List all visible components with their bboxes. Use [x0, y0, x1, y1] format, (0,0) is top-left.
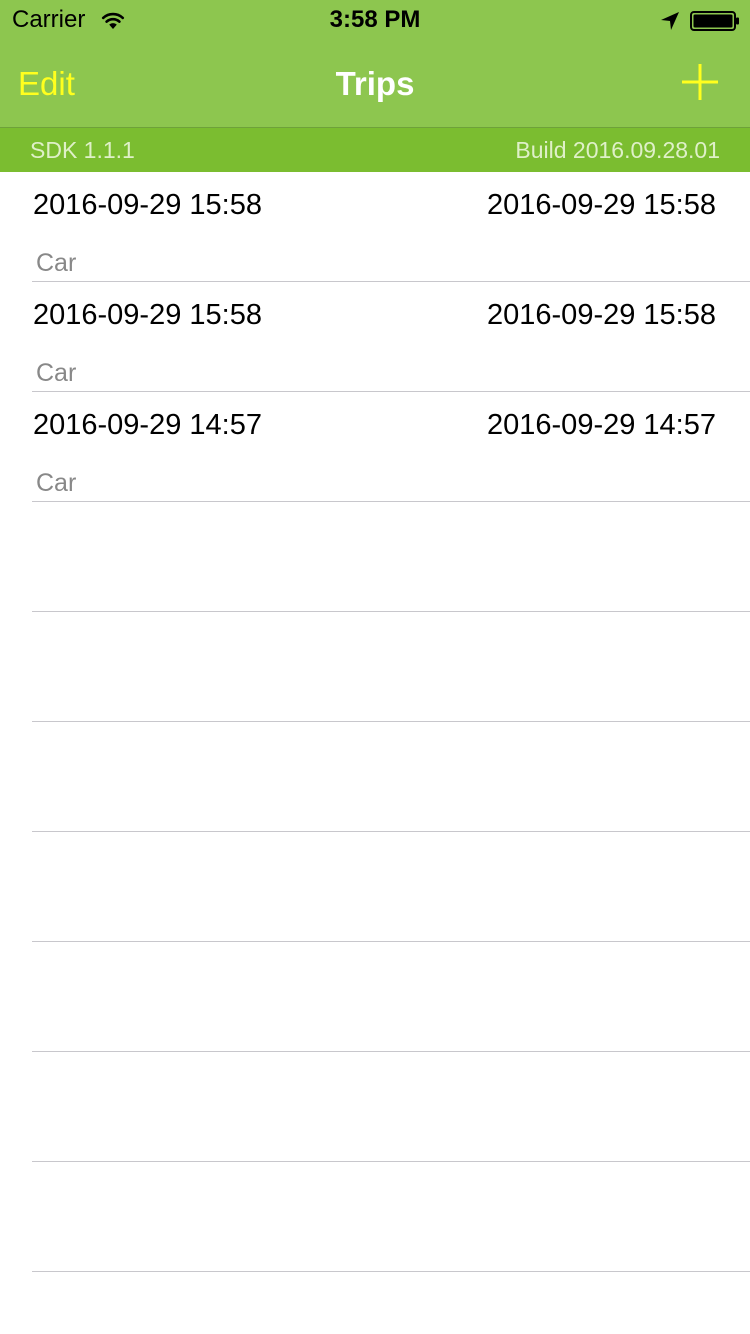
location-arrow-icon [661, 12, 679, 30]
trip-row[interactable]: 2016-09-29 15:58 2016-09-29 15:58 Car [0, 172, 750, 282]
plus-icon[interactable] [680, 62, 720, 102]
trip-start-time: 2016-09-29 15:58 [33, 189, 262, 221]
trip-end-time: 2016-09-29 15:58 [487, 189, 716, 221]
trip-row[interactable]: 2016-09-29 14:57 2016-09-29 14:57 Car [0, 392, 750, 502]
empty-row [0, 722, 750, 832]
trip-start-time: 2016-09-29 14:57 [33, 409, 262, 441]
status-time: 3:58 PM [329, 6, 421, 33]
trip-mode: Car [36, 249, 77, 277]
sdk-version: SDK 1.1.1 [30, 137, 135, 163]
empty-row [0, 612, 750, 722]
trip-list: 2016-09-29 15:58 2016-09-29 15:58 Car 20… [0, 172, 750, 1334]
trip-mode: Car [36, 359, 77, 387]
build-version: Build 2016.09.28.01 [515, 137, 720, 163]
trip-mode: Car [36, 469, 77, 497]
battery-icon [690, 11, 739, 31]
trip-row[interactable]: 2016-09-29 15:58 2016-09-29 15:58 Car [0, 282, 750, 392]
empty-row [0, 942, 750, 1052]
top-bar: Carrier 3:58 PM Edit Trips [0, 0, 750, 128]
navigation-bar: Edit Trips [0, 40, 750, 128]
empty-row [0, 832, 750, 942]
empty-row [0, 1162, 750, 1272]
trip-end-time: 2016-09-29 15:58 [487, 299, 716, 331]
empty-row [0, 1272, 750, 1334]
trip-end-time: 2016-09-29 14:57 [487, 409, 716, 441]
empty-row [0, 1052, 750, 1162]
status-bar: Carrier 3:58 PM [0, 0, 750, 40]
trip-start-time: 2016-09-29 15:58 [33, 299, 262, 331]
trips-screen: Carrier 3:58 PM Edit Trips SDK 1.1.1 Bui… [0, 0, 750, 1334]
empty-row [0, 502, 750, 612]
sdk-info-bar: SDK 1.1.1 Build 2016.09.28.01 [0, 128, 750, 172]
page-title: Trips [335, 65, 415, 102]
